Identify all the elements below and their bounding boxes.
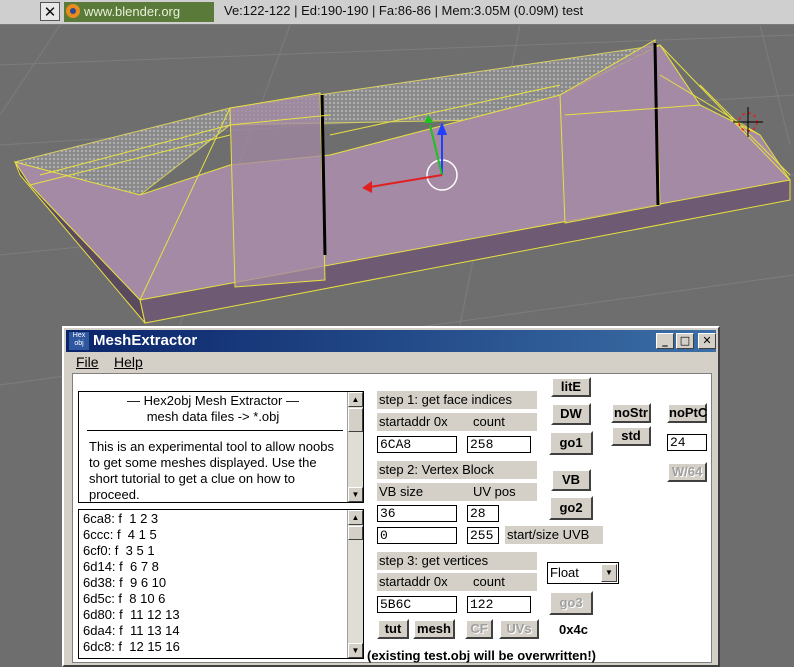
uvpos-label: UV pos bbox=[473, 484, 516, 499]
lite-button[interactable]: litE bbox=[551, 377, 591, 397]
noptc-button[interactable]: noPtC bbox=[667, 403, 707, 423]
list-item[interactable]: 6da4: f 11 13 14 bbox=[81, 623, 180, 639]
ptc-input[interactable]: 24 bbox=[667, 434, 707, 451]
step2-heading: step 2: Vertex Block bbox=[377, 461, 537, 479]
scroll-up-icon[interactable]: ▲ bbox=[348, 510, 363, 525]
list-item[interactable]: 6dc8: f 12 15 16 bbox=[81, 639, 180, 655]
step3-addr-label: startaddr 0x bbox=[379, 574, 448, 589]
menu-help[interactable]: Help bbox=[114, 354, 143, 370]
window-title: MeshExtractor bbox=[93, 332, 198, 349]
step1-count-label: count bbox=[473, 414, 505, 429]
step3-labels: startaddr 0x count bbox=[377, 573, 537, 591]
list-item[interactable]: 6ccc: f 4 1 5 bbox=[81, 527, 180, 543]
uvs-button[interactable]: UVs bbox=[499, 619, 539, 639]
list-item[interactable]: 6cf0: f 3 5 1 bbox=[81, 543, 180, 559]
go2-button[interactable]: go2 bbox=[549, 496, 593, 520]
app-icon: Hex obj bbox=[69, 332, 89, 350]
std-button[interactable]: std bbox=[611, 426, 651, 446]
step1-labels: startaddr 0x count bbox=[377, 413, 537, 431]
step3-heading: step 3: get vertices bbox=[377, 552, 537, 570]
intro-heading: — Hex2obj Mesh Extractor — bbox=[127, 393, 299, 408]
menubar: File Help bbox=[66, 353, 716, 373]
step3-count-label: count bbox=[473, 574, 505, 589]
vb-button[interactable]: VB bbox=[551, 469, 591, 491]
scroll-down-icon[interactable]: ▼ bbox=[348, 487, 363, 502]
scroll-down-icon[interactable]: ▼ bbox=[348, 643, 363, 658]
face-list[interactable]: 6ca8: f 1 2 3 6ccc: f 4 1 5 6cf0: f 3 5 … bbox=[78, 509, 364, 659]
close-button[interactable]: ✕ bbox=[698, 333, 716, 349]
mesh-extractor-window: Hex obj MeshExtractor _ □ ✕ File Help — … bbox=[62, 326, 720, 667]
maximize-button[interactable]: □ bbox=[676, 333, 694, 349]
step1-count-input[interactable]: 258 bbox=[467, 436, 531, 453]
w64-button[interactable]: W/64 bbox=[667, 462, 707, 482]
chevron-down-icon[interactable]: ▼ bbox=[601, 564, 617, 582]
scroll-thumb[interactable] bbox=[348, 408, 363, 432]
minimize-button[interactable]: _ bbox=[656, 333, 674, 349]
menu-file-label: File bbox=[76, 354, 99, 370]
go3-button[interactable]: go3 bbox=[549, 591, 593, 615]
step3-count-input[interactable]: 122 bbox=[467, 596, 531, 613]
list-item[interactable]: 6ca8: f 1 2 3 bbox=[81, 511, 180, 527]
step1-heading: step 1: get face indices bbox=[377, 391, 537, 409]
uvb-label: start/size UVB bbox=[505, 526, 603, 544]
uvb-size-input[interactable]: 255 bbox=[467, 527, 499, 544]
step1-addr-input[interactable]: 6CA8 bbox=[377, 436, 457, 453]
uvpos-input[interactable]: 28 bbox=[467, 505, 499, 522]
scroll-thumb[interactable] bbox=[348, 526, 363, 540]
step2-labels: VB size UV pos bbox=[377, 483, 537, 501]
format-select[interactable]: Float ▼ bbox=[547, 562, 619, 584]
list-item[interactable]: 6d38: f 9 6 10 bbox=[81, 575, 180, 591]
uvb-start-input[interactable]: 0 bbox=[377, 527, 457, 544]
intro-divider bbox=[87, 430, 343, 431]
blender-logo-icon bbox=[66, 4, 80, 18]
list-item[interactable]: 6d14: f 6 7 8 bbox=[81, 559, 180, 575]
intro-subheading: mesh data files -> *.obj bbox=[146, 409, 280, 424]
overwrite-warning: (existing test.obj will be overwritten!) bbox=[367, 648, 596, 663]
format-select-value: Float bbox=[550, 565, 579, 580]
tut-button[interactable]: tut bbox=[377, 619, 409, 639]
dw-button[interactable]: DW bbox=[551, 403, 591, 425]
go1-button[interactable]: go1 bbox=[549, 431, 593, 455]
blender-url[interactable]: www.blender.org 249.2 bbox=[64, 2, 214, 39]
scroll-up-icon[interactable]: ▲ bbox=[348, 392, 363, 407]
main-panel: — Hex2obj Mesh Extractor — mesh data fil… bbox=[72, 373, 712, 663]
window-titlebar[interactable]: Hex obj MeshExtractor _ □ ✕ bbox=[66, 330, 716, 352]
intro-textbox[interactable]: — Hex2obj Mesh Extractor — mesh data fil… bbox=[78, 391, 364, 503]
hex-readout: 0x4c bbox=[559, 622, 588, 637]
close-icon[interactable]: ✕ bbox=[40, 2, 60, 21]
blender-header: ✕ www.blender.org 249.2 Ve:122-122 | Ed:… bbox=[0, 0, 794, 39]
nostr-button[interactable]: noStr bbox=[611, 403, 651, 423]
list-item[interactable]: 6d80: f 11 12 13 bbox=[81, 607, 180, 623]
vbsize-input[interactable]: 36 bbox=[377, 505, 457, 522]
step1-addr-label: startaddr 0x bbox=[379, 414, 448, 429]
menu-help-label: Help bbox=[114, 354, 143, 370]
intro-scrollbar[interactable]: ▲ ▼ bbox=[347, 392, 363, 502]
scene-stats: Ve:122-122 | Ed:190-190 | Fa:86-86 | Mem… bbox=[224, 3, 584, 18]
list-item[interactable]: 6d5c: f 8 10 6 bbox=[81, 591, 180, 607]
mesh-button[interactable]: mesh bbox=[413, 619, 455, 639]
step3-addr-input[interactable]: 5B6C bbox=[377, 596, 457, 613]
intro-body: This is an experimental tool to allow no… bbox=[89, 439, 334, 502]
face-list-scrollbar[interactable]: ▲ ▼ bbox=[347, 510, 363, 658]
vbsize-label: VB size bbox=[379, 484, 424, 499]
cf-button[interactable]: CF bbox=[465, 619, 493, 639]
menu-file[interactable]: File bbox=[76, 354, 99, 370]
